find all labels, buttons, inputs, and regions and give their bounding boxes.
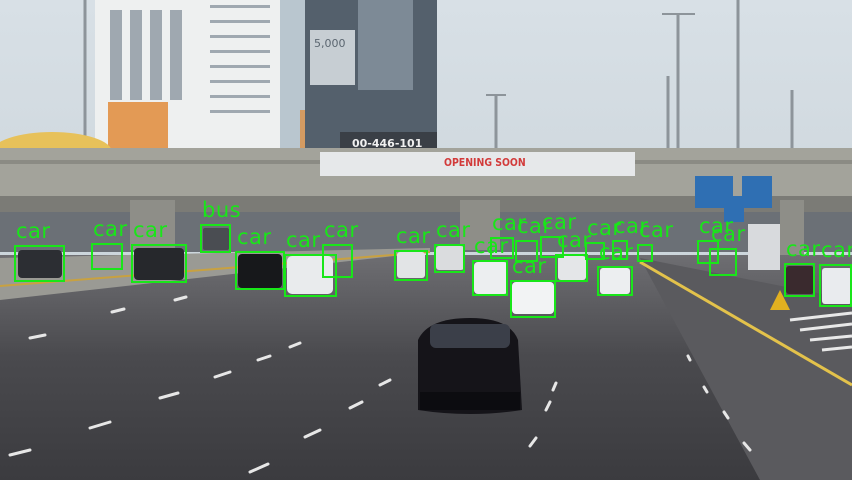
camera-frame: OPENING SOON 00-446-101 5,000 car car car b…: [0, 0, 852, 480]
detection-box-car: [394, 250, 428, 281]
detection-box-car: [434, 244, 465, 273]
detection-box-car: [510, 280, 556, 318]
detection-label: car: [133, 218, 168, 242]
detection-label: car: [93, 217, 128, 241]
detection-box-car: [637, 244, 653, 262]
billboard-phone-number: 00-446-101: [352, 137, 423, 150]
detection-box-car: [14, 245, 65, 282]
detection-box-car: [131, 244, 187, 283]
detection-label: car: [542, 210, 577, 234]
detection-box-car: [515, 240, 538, 262]
detection-box-car: [784, 263, 815, 297]
detection-box-car: [91, 243, 123, 270]
detection-label: car: [436, 218, 471, 242]
detection-box-car: [709, 248, 737, 276]
detection-box-car: [322, 244, 353, 278]
detection-label: car: [639, 218, 674, 242]
detection-label: car: [396, 224, 431, 248]
detection-label: bus: [202, 198, 242, 222]
opening-soon-banner: OPENING SOON: [444, 156, 526, 169]
detection-label: car: [286, 228, 321, 252]
detection-box-car: [819, 264, 852, 307]
detection-box-car: [490, 237, 514, 259]
detection-label: car: [821, 238, 852, 262]
detection-box-bus: [200, 224, 231, 253]
billboard-price-text: 5,000: [314, 37, 346, 50]
detection-box-car: [235, 251, 285, 290]
detection-box-car: [612, 240, 628, 260]
detection-box-car: [540, 236, 564, 258]
detection-label: car: [786, 237, 821, 261]
detection-label: car: [324, 218, 359, 242]
detection-box-car: [472, 260, 508, 296]
detection-label: car: [711, 222, 746, 246]
detection-box-car: [555, 254, 588, 282]
detection-label: car: [16, 219, 51, 243]
detection-label: car: [237, 225, 272, 249]
detection-box-car: [585, 242, 605, 260]
detection-box-car: [597, 266, 633, 296]
